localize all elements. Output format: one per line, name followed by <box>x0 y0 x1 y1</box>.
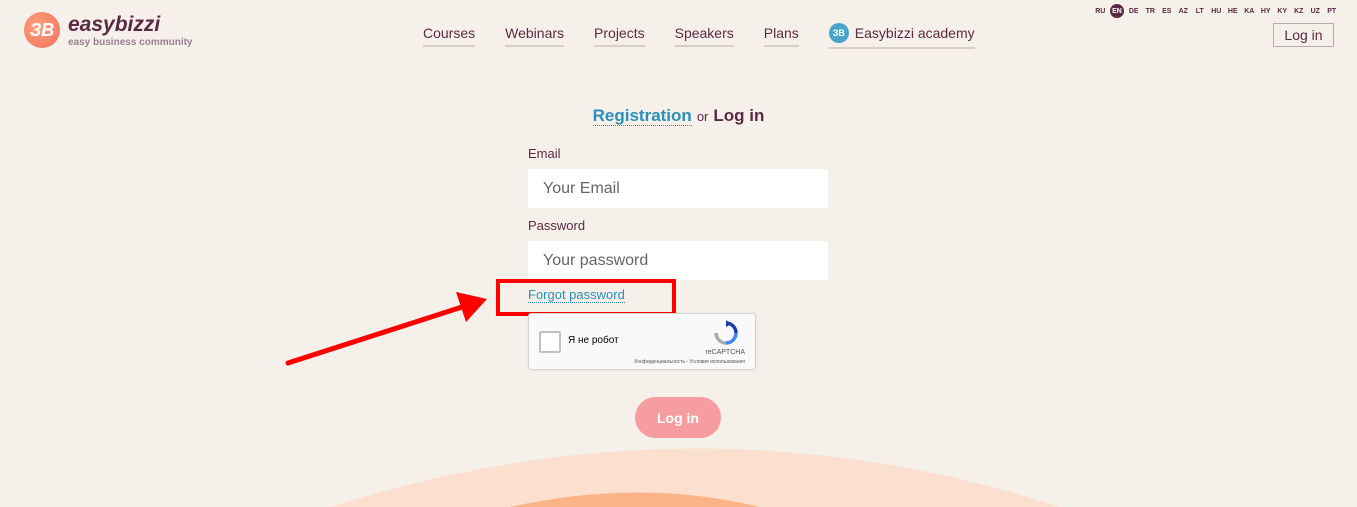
recaptcha-label: Я не робот <box>568 335 619 346</box>
login-submit-button[interactable]: Log in <box>635 397 721 438</box>
recaptcha-brand: reCAPTCHA <box>705 349 745 356</box>
recaptcha-logo-icon <box>714 320 738 345</box>
recaptcha-terms[interactable]: Конфиденциальность - Условия использован… <box>634 359 745 365</box>
recaptcha-widget: Я не робот reCAPTCHA Конфиденциальность … <box>528 313 756 370</box>
recaptcha-checkbox[interactable] <box>539 331 561 353</box>
